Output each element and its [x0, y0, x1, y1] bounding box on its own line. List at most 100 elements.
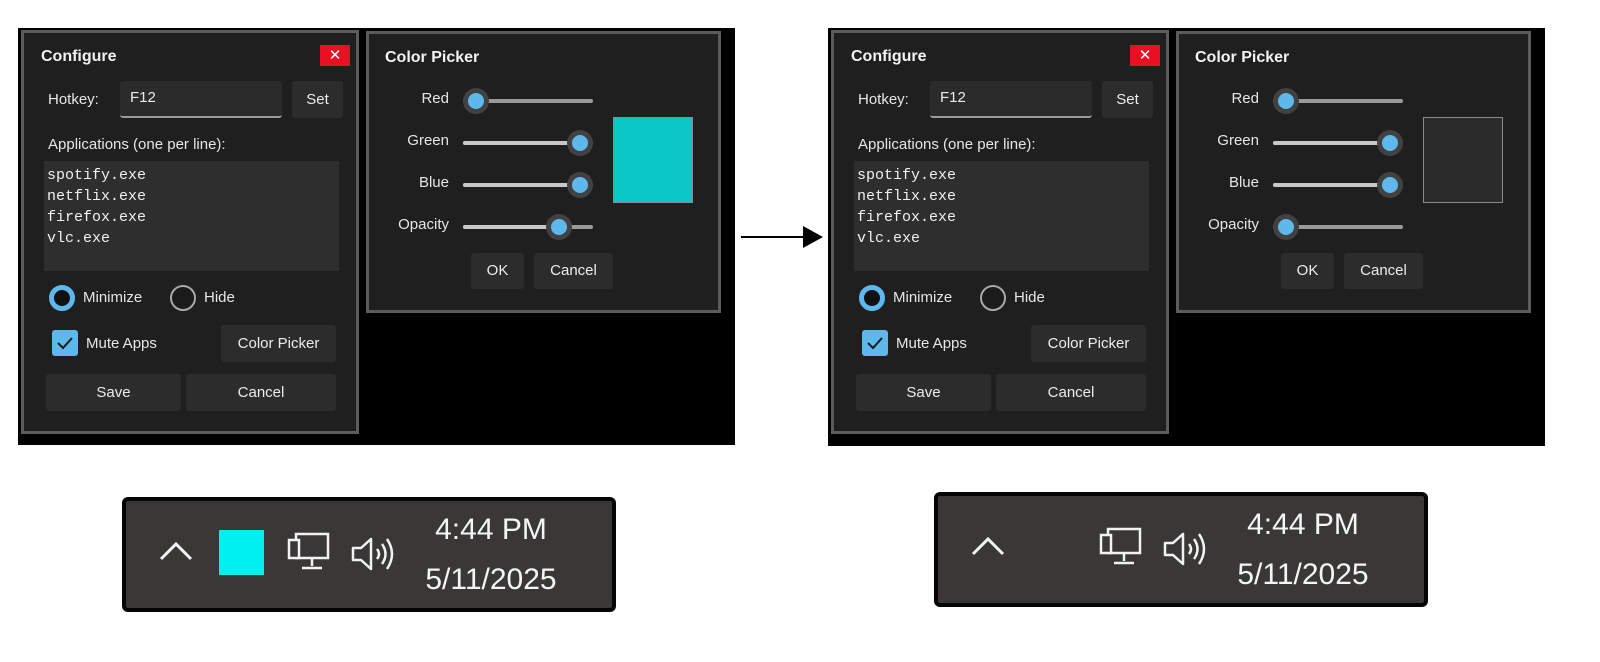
mute-apps-label: Mute Apps: [86, 335, 157, 352]
blue-slider-fill: [463, 183, 580, 187]
app-line: spotify.exe: [47, 167, 147, 184]
ok-button[interactable]: OK: [471, 253, 524, 289]
cancel-button[interactable]: Cancel: [996, 374, 1146, 411]
opacity-slider-thumb[interactable]: [546, 214, 573, 240]
hide-label: Hide: [1014, 289, 1045, 306]
green-slider-fill: [1273, 141, 1390, 145]
hotkey-label: Hotkey:: [48, 91, 99, 108]
hide-radio[interactable]: [980, 285, 1006, 311]
network-icon[interactable]: [286, 532, 332, 576]
hotkey-input[interactable]: F12: [120, 81, 282, 118]
minimize-label: Minimize: [893, 289, 953, 306]
color-picker-window: Color Picker Red Green Blue Opacity OK Canc…: [1176, 31, 1531, 313]
app-line: spotify.exe: [857, 167, 957, 184]
blue-slider-label: Blue: [1228, 174, 1259, 191]
applications-label: Applications (one per line):: [48, 136, 226, 153]
color-picker-cancel-button[interactable]: Cancel: [534, 253, 613, 289]
green-slider-label: Green: [407, 132, 449, 149]
blue-slider-label: Blue: [418, 174, 449, 191]
cancel-button[interactable]: Cancel: [186, 374, 336, 411]
color-picker-window: Color Picker Red Green Blue Opacity OK Canc…: [366, 31, 721, 313]
app-indicator-icon[interactable]: [219, 530, 264, 575]
color-preview-swatch: [1423, 117, 1503, 203]
color-picker-button[interactable]: Color Picker: [1031, 325, 1146, 362]
hide-radio[interactable]: [170, 285, 196, 311]
configure-title: Configure: [41, 48, 117, 65]
green-slider[interactable]: [1273, 130, 1403, 156]
chevron-up-icon[interactable]: [970, 534, 1006, 558]
checkmark-icon: [867, 337, 883, 350]
close-icon: ✕: [328, 47, 342, 64]
green-slider-thumb[interactable]: [1377, 130, 1403, 156]
app-line: netflix.exe: [857, 188, 957, 205]
color-picker-cancel-button[interactable]: Cancel: [1344, 253, 1423, 289]
applications-textarea[interactable]: spotify.exe netflix.exe firefox.exe vlc.…: [854, 161, 1149, 271]
volume-icon[interactable]: [350, 534, 400, 574]
minimize-radio[interactable]: [859, 285, 885, 311]
opacity-slider-thumb[interactable]: [1273, 214, 1299, 240]
red-slider[interactable]: [463, 88, 593, 114]
applications-textarea[interactable]: spotify.exe netflix.exe firefox.exe vlc.…: [44, 161, 339, 271]
opacity-slider-label: Opacity: [1208, 216, 1259, 233]
chevron-up-icon[interactable]: [158, 539, 194, 563]
configure-window: Configure ✕ Hotkey: F12 Set Applications…: [21, 30, 359, 434]
tray-date[interactable]: 5/11/2025: [406, 555, 576, 605]
app-line: netflix.exe: [47, 188, 147, 205]
color-picker-button[interactable]: Color Picker: [221, 325, 336, 362]
applications-label: Applications (one per line):: [858, 136, 1036, 153]
set-hotkey-button[interactable]: Set: [292, 81, 343, 118]
transition-arrow-icon: [741, 226, 823, 248]
hotkey-input[interactable]: F12: [930, 81, 1092, 118]
save-button[interactable]: Save: [46, 374, 181, 411]
tray-time[interactable]: 4:44 PM: [406, 505, 576, 555]
color-picker-title: Color Picker: [385, 49, 480, 66]
app-line: vlc.exe: [857, 230, 921, 247]
state-before-panel: Configure ✕ Hotkey: F12 Set Applications…: [18, 28, 735, 445]
taskbar-tray-after: 4:44 PM 5/11/2025: [934, 492, 1428, 607]
mute-apps-checkbox[interactable]: [52, 330, 78, 356]
tray-date[interactable]: 5/11/2025: [1218, 550, 1388, 600]
mute-apps-checkbox[interactable]: [862, 330, 888, 356]
configure-window: Configure ✕ Hotkey: F12 Set Applications…: [831, 30, 1169, 434]
tray-time[interactable]: 4:44 PM: [1218, 500, 1388, 550]
set-hotkey-button[interactable]: Set: [1102, 81, 1153, 118]
close-button[interactable]: ✕: [320, 45, 350, 66]
app-line: vlc.exe: [47, 230, 111, 247]
green-slider-label: Green: [1217, 132, 1259, 149]
opacity-slider-fill: [463, 225, 560, 229]
blue-slider-fill: [1273, 183, 1390, 187]
checkmark-icon: [57, 337, 73, 350]
close-button[interactable]: ✕: [1130, 45, 1160, 66]
network-icon[interactable]: [1098, 527, 1144, 571]
blue-slider[interactable]: [1273, 172, 1403, 198]
hide-label: Hide: [204, 289, 235, 306]
blue-slider-thumb[interactable]: [1377, 172, 1403, 198]
hotkey-label: Hotkey:: [858, 91, 909, 108]
minimize-radio[interactable]: [49, 285, 75, 311]
volume-icon[interactable]: [1162, 529, 1212, 569]
green-slider-fill: [463, 141, 580, 145]
blue-slider-thumb[interactable]: [567, 172, 593, 198]
opacity-slider-label: Opacity: [398, 216, 449, 233]
green-slider[interactable]: [463, 130, 593, 156]
red-slider[interactable]: [1273, 88, 1403, 114]
ok-button[interactable]: OK: [1281, 253, 1334, 289]
red-slider-thumb[interactable]: [1273, 88, 1299, 114]
minimize-label: Minimize: [83, 289, 143, 306]
app-line: firefox.exe: [47, 209, 147, 226]
color-picker-title: Color Picker: [1195, 49, 1290, 66]
configure-title: Configure: [851, 48, 927, 65]
taskbar-tray-before: 4:44 PM 5/11/2025: [122, 497, 616, 612]
close-icon: ✕: [1138, 47, 1152, 64]
red-slider-label: Red: [421, 90, 449, 107]
color-preview-swatch: [613, 117, 693, 203]
save-button[interactable]: Save: [856, 374, 991, 411]
app-line: firefox.exe: [857, 209, 957, 226]
red-slider-thumb[interactable]: [463, 88, 489, 114]
green-slider-thumb[interactable]: [567, 130, 593, 156]
opacity-slider[interactable]: [1273, 214, 1403, 240]
blue-slider[interactable]: [463, 172, 593, 198]
red-slider-label: Red: [1231, 90, 1259, 107]
mute-apps-label: Mute Apps: [896, 335, 967, 352]
opacity-slider[interactable]: [463, 214, 593, 240]
